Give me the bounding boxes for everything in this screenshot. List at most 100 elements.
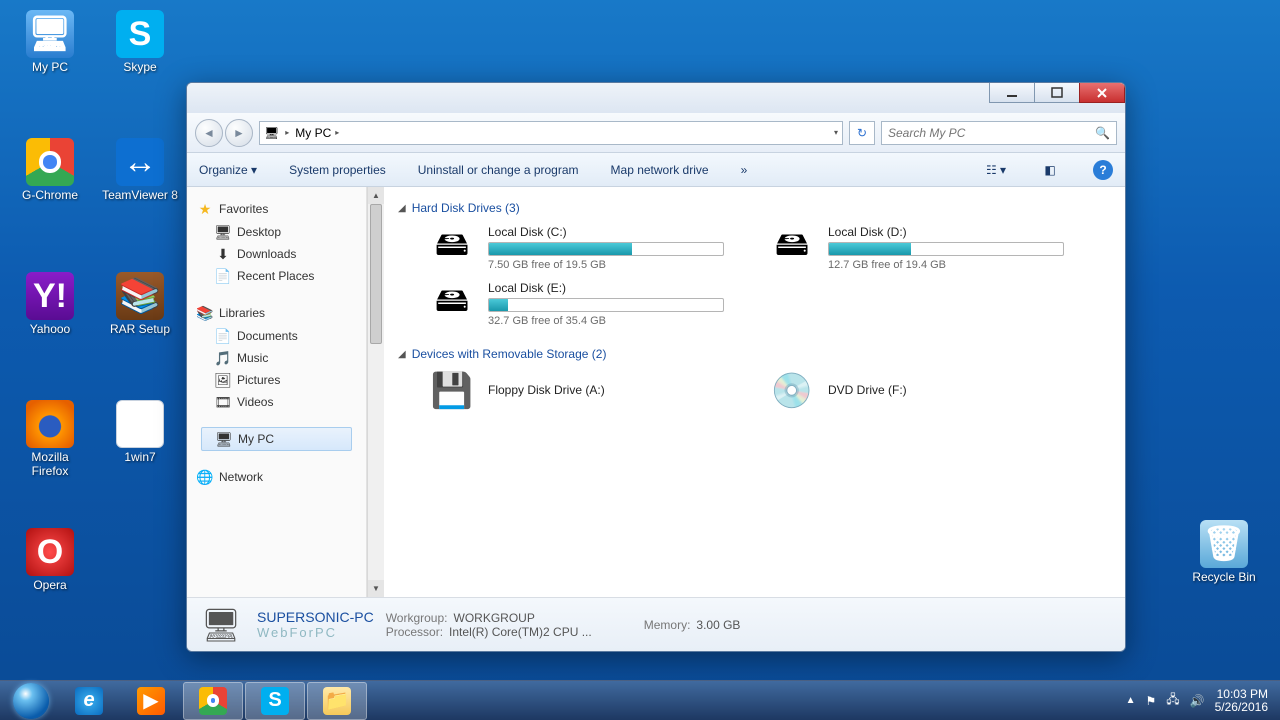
minimize-button[interactable] [989,83,1035,103]
maximize-button[interactable] [1034,83,1080,103]
drive-local-disk-e-[interactable]: 🖴Local Disk (E:)32.7 GB free of 35.4 GB [426,281,726,327]
usage-bar [828,242,1064,256]
sidebar-item-videos[interactable]: 🎞Videos [197,391,356,413]
usage-bar [488,298,724,312]
icon-label: G-Chrome [12,188,88,202]
app-icon: 🗔 [116,400,164,448]
app-icon: 📚 [116,272,164,320]
removable-icon: 💾 [426,371,478,411]
drive-floppy-disk-drive-a-[interactable]: 💾Floppy Disk Drive (A:) [426,371,726,411]
refresh-button[interactable]: ↻ [849,121,875,145]
drive-dvd-drive-f-[interactable]: 💿DVD Drive (F:) [766,371,1066,411]
taskbar-wmp[interactable]: ▶ [121,682,181,720]
content-pane: ◢Hard Disk Drives (3) 🖴Local Disk (C:)7.… [384,187,1125,597]
processor-value: Intel(R) Core(TM)2 CPU ... [449,625,592,639]
scroll-down-icon[interactable]: ▼ [368,580,384,597]
search-input[interactable] [888,126,1095,140]
toolbar-overflow-icon[interactable]: » [741,163,748,177]
sidebar-item-desktop[interactable]: 🖥Desktop [197,221,356,243]
sidebar-network[interactable]: 🌐Network [197,465,356,489]
icon-label: Recycle Bin [1186,570,1262,584]
ie-icon: e [75,687,103,715]
computer-icon: 🖥 [264,126,279,140]
start-button[interactable] [4,682,58,720]
breadcrumb-mypc[interactable]: My PC [295,126,331,140]
sidebar-libraries[interactable]: 📚Libraries [197,301,356,325]
scroll-thumb[interactable] [370,204,382,344]
section-removable-storage[interactable]: ◢Devices with Removable Storage (2) [398,341,1111,367]
details-pane: 🖥 SUPERSONIC-PC WebForPC Workgroup:WORKG… [187,597,1125,651]
help-button[interactable]: ? [1093,160,1113,180]
sidebar-scrollbar[interactable]: ▲ ▼ [367,187,384,597]
icon-label: 1win7 [102,450,178,464]
sidebar-mypc[interactable]: 🖥My PC [201,427,352,451]
computer-icon: 🖥 [197,605,245,645]
navbar: ◄ ► 🖥▸ My PC ▸ ▾ ↻ 🔍 [187,113,1125,153]
item-icon: 🎞 [215,394,231,410]
drive-local-disk-c-[interactable]: 🖴Local Disk (C:)7.50 GB free of 19.5 GB [426,225,726,271]
section-hard-disk-drives[interactable]: ◢Hard Disk Drives (3) [398,195,1111,221]
libraries-icon: 📚 [197,305,213,321]
desktop-icon-recycle-bin[interactable]: 🗑Recycle Bin [1186,520,1262,584]
taskbar-ie[interactable]: e [59,682,119,720]
hdd-icon: 🖴 [426,284,478,324]
sidebar-item-recent-places[interactable]: 📄Recent Places [197,265,356,287]
usage-bar [488,242,724,256]
sidebar: ★Favorites 🖥Desktop⬇Downloads📄Recent Pla… [187,187,367,597]
tray-network-icon[interactable]: 🖧 [1166,690,1179,711]
scroll-up-icon[interactable]: ▲ [368,187,384,204]
desktop-icon-rar-setup[interactable]: 📚 RAR Setup [102,272,178,336]
desktop-icon-1win7[interactable]: 🗔 1win7 [102,400,178,464]
sidebar-item-documents[interactable]: 📄Documents [197,325,356,347]
sidebar-item-pictures[interactable]: 🖼Pictures [197,369,356,391]
desktop-icon-g-chrome[interactable]: G-Chrome [12,138,88,202]
item-icon: 🎵 [215,350,231,366]
icon-label: RAR Setup [102,322,178,336]
taskbar-skype[interactable]: S [245,682,305,720]
tray-flag-icon[interactable]: ⚑ [1146,694,1157,708]
search-box[interactable]: 🔍 [881,121,1117,145]
sidebar-item-music[interactable]: 🎵Music [197,347,356,369]
desktop-icon-my-pc[interactable]: 🖥My PC [12,10,88,74]
nav-forward-button[interactable]: ► [225,119,253,147]
preview-pane-button[interactable]: ◧ [1039,159,1061,181]
map-network-drive-button[interactable]: Map network drive [611,163,709,177]
tray-clock[interactable]: 10:03 PM 5/26/2016 [1215,688,1268,714]
explorer-window: ◄ ► 🖥▸ My PC ▸ ▾ ↻ 🔍 Organize ▾ System p… [186,82,1126,652]
sidebar-favorites[interactable]: ★Favorites [197,197,356,221]
tray-show-hidden-icon[interactable]: ▲ [1126,695,1136,706]
close-button[interactable] [1079,83,1125,103]
memory-value: 3.00 GB [696,618,740,632]
windows-orb-icon [13,683,49,719]
sidebar-item-downloads[interactable]: ⬇Downloads [197,243,356,265]
item-icon: 🖥 [215,224,231,240]
app-icon: O [26,528,74,576]
pc-name: SUPERSONIC-PC [257,609,374,625]
star-icon: ★ [197,201,213,217]
tray-volume-icon[interactable]: 🔊 [1190,694,1205,708]
titlebar [187,83,1125,113]
desktop-icon-mozilla-firefox[interactable]: Mozilla Firefox [12,400,88,478]
desktop-icon-skype[interactable]: SSkype [102,10,178,74]
taskbar-explorer[interactable]: 📁 [307,682,367,720]
toolbar: Organize ▾ System properties Uninstall o… [187,153,1125,187]
desktop-icon-opera[interactable]: O Opera [12,528,88,592]
desktop-icon-yahooo[interactable]: Y!Yahooo [12,272,88,336]
organize-menu[interactable]: Organize ▾ [199,163,257,177]
hdd-icon: 🖴 [766,228,818,268]
nav-back-button[interactable]: ◄ [195,119,223,147]
icon-label: Opera [12,578,88,592]
system-properties-button[interactable]: System properties [289,163,386,177]
desktop-icon-teamviewer-8[interactable]: ↔TeamViewer 8 [102,138,178,202]
address-dropdown-icon[interactable]: ▾ [834,128,838,137]
icon-label: Mozilla Firefox [12,450,88,478]
address-bar[interactable]: 🖥▸ My PC ▸ ▾ [259,121,843,145]
app-icon [26,400,74,448]
view-options-button[interactable]: ☷ ▾ [985,159,1007,181]
drive-local-disk-d-[interactable]: 🖴Local Disk (D:)12.7 GB free of 19.4 GB [766,225,1066,271]
item-icon: 📄 [215,328,231,344]
uninstall-program-button[interactable]: Uninstall or change a program [418,163,579,177]
taskbar-chrome[interactable] [183,682,243,720]
folder-icon: 📁 [323,687,351,715]
computer-icon: 🖥 [216,431,232,447]
